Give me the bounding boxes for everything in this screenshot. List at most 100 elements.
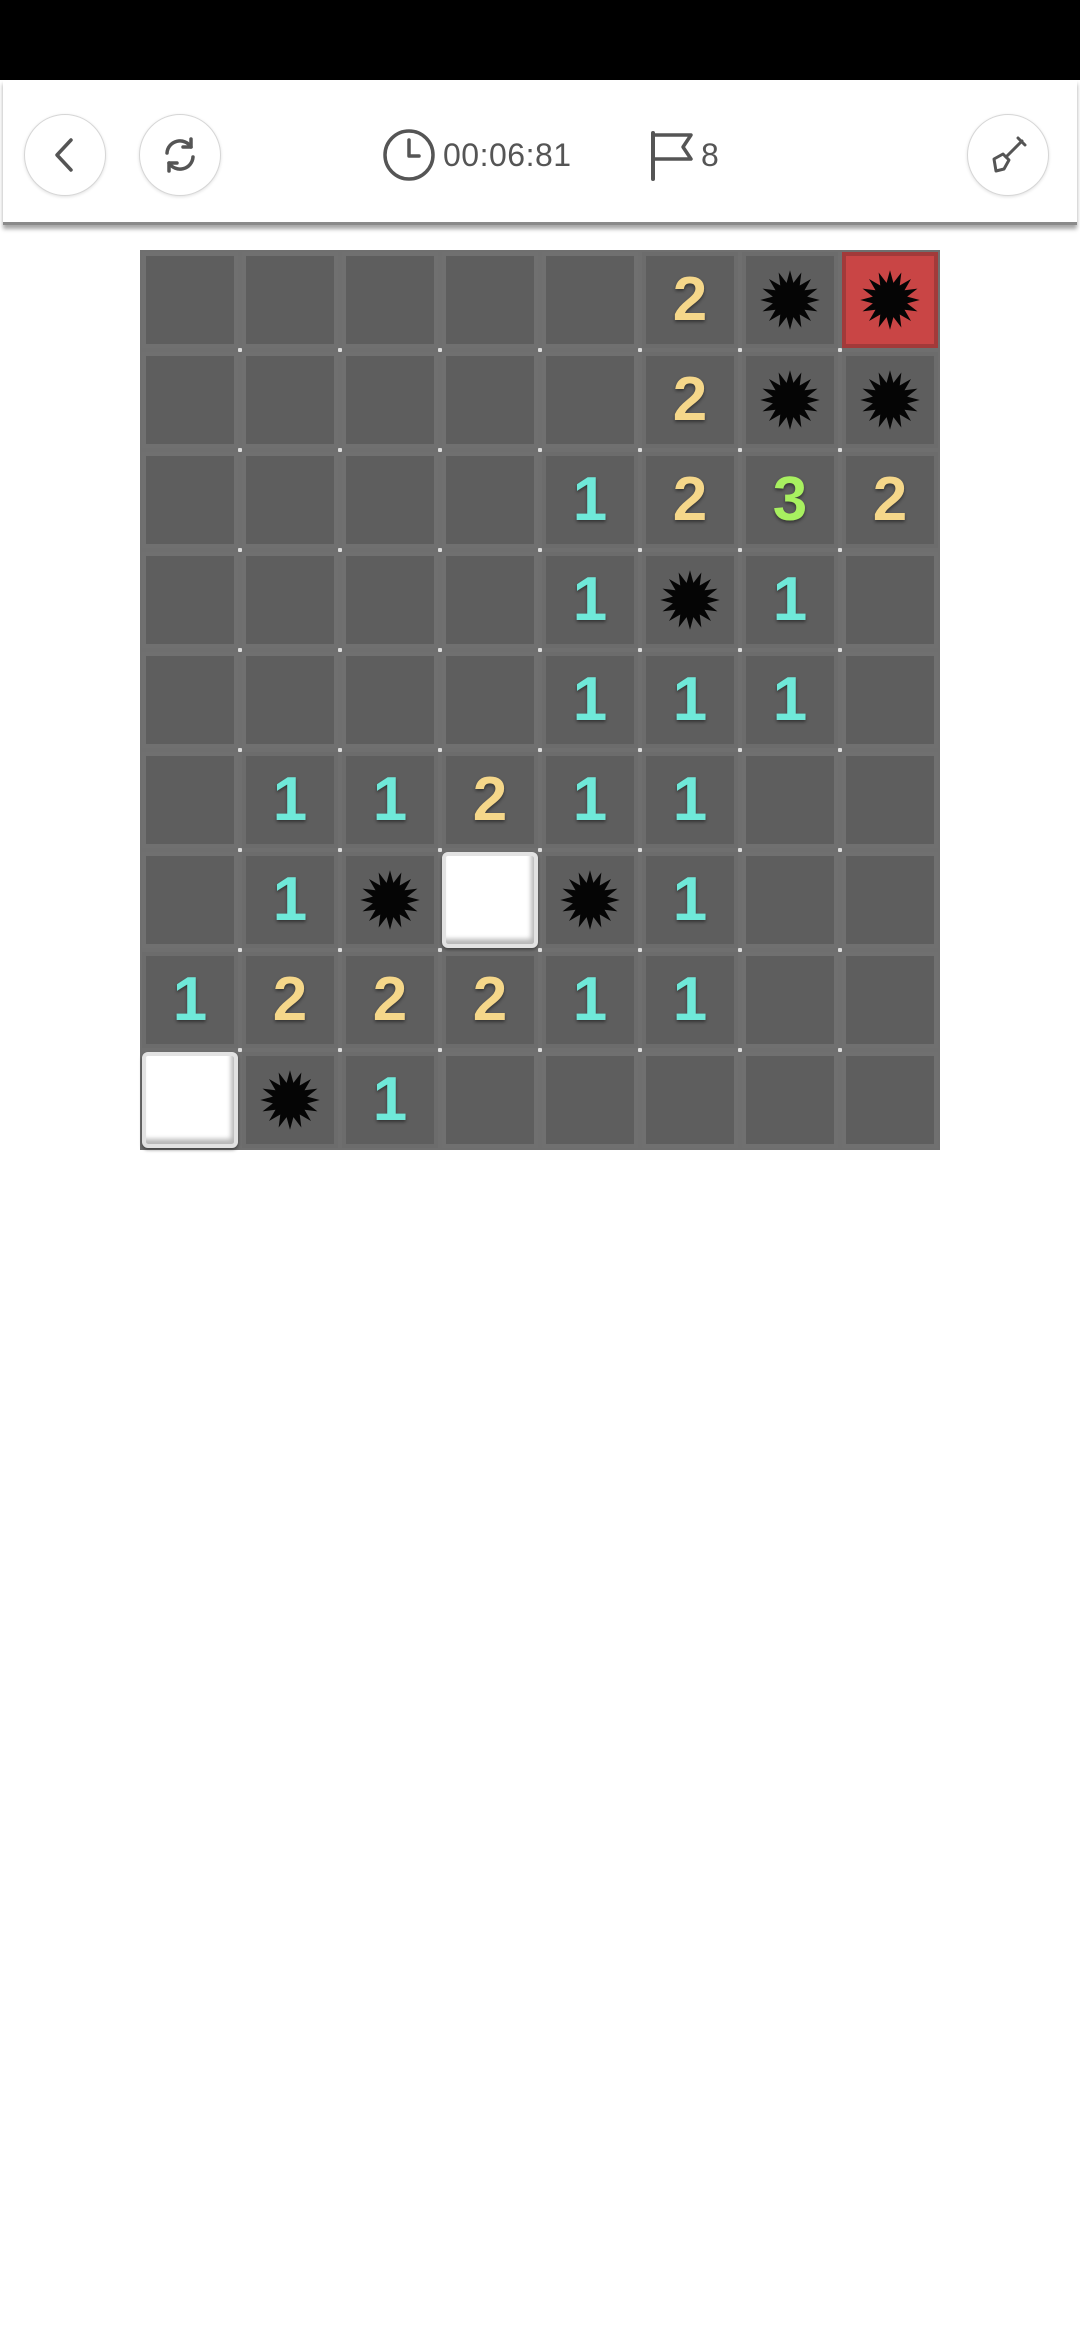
mine-cell[interactable] (242, 1052, 338, 1148)
cell-number: 1 (672, 665, 708, 734)
board-cell[interactable] (242, 552, 338, 648)
grid-dot (238, 548, 242, 552)
board-cell[interactable] (742, 752, 838, 848)
dig-mode-button[interactable] (967, 114, 1049, 196)
board-cell[interactable] (742, 1052, 838, 1148)
board-cell[interactable] (842, 852, 938, 948)
number-cell[interactable]: 2 (842, 452, 938, 548)
back-button[interactable] (24, 114, 106, 196)
board-cell[interactable] (542, 352, 638, 448)
board-cell[interactable] (742, 952, 838, 1048)
board-cell[interactable] (542, 1052, 638, 1148)
number-cell[interactable]: 1 (542, 652, 638, 748)
grid-dot (338, 548, 342, 552)
number-cell[interactable]: 1 (542, 752, 638, 848)
grid-dot (838, 948, 842, 952)
board-cell[interactable] (842, 552, 938, 648)
board-cell[interactable] (142, 652, 238, 748)
mine-cell[interactable] (342, 852, 438, 948)
board-cell[interactable] (842, 1052, 938, 1148)
board-cell[interactable] (142, 252, 238, 348)
board-cell[interactable] (342, 552, 438, 648)
board-cell[interactable] (442, 252, 538, 348)
board-cell[interactable] (142, 452, 238, 548)
grid-dot (838, 448, 842, 452)
board-cell[interactable] (342, 352, 438, 448)
grid-dot (438, 648, 442, 652)
number-cell[interactable]: 1 (142, 952, 238, 1048)
board-cell[interactable] (542, 252, 638, 348)
grid-dot (738, 1048, 742, 1052)
number-cell[interactable]: 1 (642, 952, 738, 1048)
board-cell[interactable] (342, 652, 438, 748)
board-cell[interactable] (842, 952, 938, 1048)
number-cell[interactable]: 1 (642, 752, 738, 848)
mine-icon (260, 1070, 320, 1130)
board-cell[interactable] (142, 752, 238, 848)
number-cell[interactable]: 1 (542, 952, 638, 1048)
cell-number: 1 (672, 765, 708, 834)
number-cell[interactable]: 1 (642, 852, 738, 948)
status-bar (0, 0, 1080, 80)
restart-button[interactable] (139, 114, 221, 196)
highlighted-cell[interactable] (142, 1052, 238, 1148)
cell-number: 2 (672, 265, 708, 334)
board-cell[interactable] (442, 352, 538, 448)
board-cell[interactable] (842, 652, 938, 748)
board-cell[interactable] (242, 652, 338, 748)
number-cell[interactable]: 2 (442, 752, 538, 848)
cell-number: 1 (572, 765, 608, 834)
number-cell[interactable]: 2 (642, 452, 738, 548)
grid-dot (638, 648, 642, 652)
board-cell[interactable] (442, 552, 538, 648)
board-cell[interactable] (242, 452, 338, 548)
number-cell[interactable]: 2 (342, 952, 438, 1048)
number-cell[interactable]: 1 (742, 552, 838, 648)
shovel-icon (992, 136, 1027, 173)
number-cell[interactable]: 1 (342, 752, 438, 848)
grid-dot (538, 848, 542, 852)
number-cell[interactable]: 1 (242, 752, 338, 848)
number-cell[interactable]: 1 (242, 852, 338, 948)
grid-dot (838, 748, 842, 752)
board-cell[interactable] (142, 552, 238, 648)
board-cell[interactable] (142, 852, 238, 948)
grid-dot (438, 948, 442, 952)
board-cell[interactable] (242, 252, 338, 348)
exploded-mine-cell[interactable] (842, 252, 938, 348)
grid-dot (638, 548, 642, 552)
grid-dot (338, 748, 342, 752)
board-cell[interactable] (742, 852, 838, 948)
mine-icon (760, 270, 820, 330)
number-cell[interactable]: 2 (242, 952, 338, 1048)
timer-value: 00:06:81 (443, 136, 572, 173)
cell-number: 1 (672, 965, 708, 1034)
number-cell[interactable]: 1 (342, 1052, 438, 1148)
number-cell[interactable]: 3 (742, 452, 838, 548)
number-cell[interactable]: 1 (742, 652, 838, 748)
grid-dot (538, 648, 542, 652)
board-cell[interactable] (442, 452, 538, 548)
grid-dot (238, 848, 242, 852)
mine-cell[interactable] (742, 252, 838, 348)
mine-cell[interactable] (642, 552, 738, 648)
board-cell[interactable] (442, 652, 538, 748)
board-cell[interactable] (442, 1052, 538, 1148)
mine-cell[interactable] (742, 352, 838, 448)
number-cell[interactable]: 1 (642, 652, 738, 748)
board-cell[interactable] (242, 352, 338, 448)
board-cell[interactable] (342, 452, 438, 548)
board-cell[interactable] (642, 1052, 738, 1148)
number-cell[interactable]: 1 (542, 552, 638, 648)
board-cell[interactable] (142, 352, 238, 448)
mine-cell[interactable] (842, 352, 938, 448)
number-cell[interactable]: 2 (642, 252, 738, 348)
board-cell[interactable] (842, 752, 938, 848)
mine-cell[interactable] (542, 852, 638, 948)
cell-number: 2 (872, 465, 908, 534)
number-cell[interactable]: 2 (642, 352, 738, 448)
number-cell[interactable]: 1 (542, 452, 638, 548)
highlighted-cell[interactable] (442, 852, 538, 948)
board-cell[interactable] (342, 252, 438, 348)
number-cell[interactable]: 2 (442, 952, 538, 1048)
